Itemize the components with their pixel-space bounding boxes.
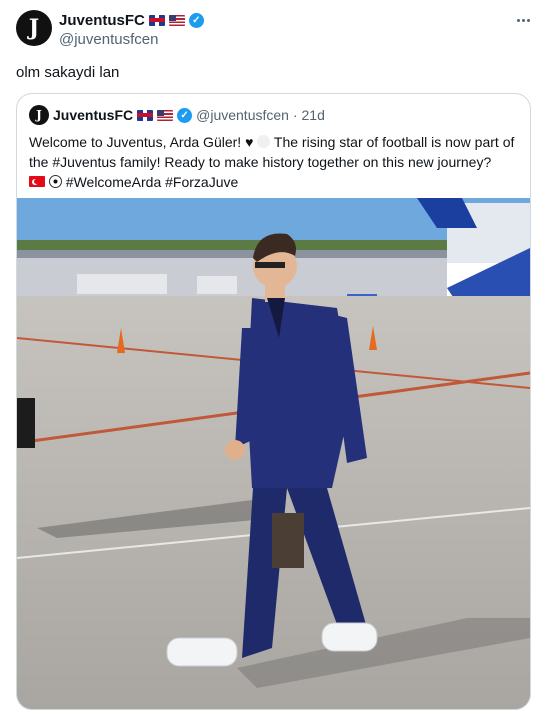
uk-flag-icon xyxy=(148,14,165,26)
quote-line1a: Welcome to Juventus, Arda Güler! xyxy=(29,134,242,150)
quoted-tweet[interactable]: J JuventusFC ✓ @juventusfcen · 21d Welco… xyxy=(16,93,531,710)
quote-line1b: The rising star of football is now part xyxy=(273,134,499,150)
author-handle[interactable]: @juventusfcen xyxy=(59,31,204,48)
author-name[interactable]: JuventusFC xyxy=(59,12,145,29)
juventus-logo-icon: J xyxy=(28,15,40,41)
quoted-tweet-photo[interactable] xyxy=(17,198,530,709)
verified-badge-icon: ✓ xyxy=(188,12,204,28)
uk-flag-icon xyxy=(137,109,154,121)
quote-hashtags[interactable]: #WelcomeArda #ForzaJuve xyxy=(66,174,238,190)
quoted-author-name[interactable]: JuventusFC xyxy=(53,107,133,123)
quoted-timestamp[interactable]: · 21d xyxy=(293,107,325,123)
football-icon xyxy=(48,175,62,188)
tweet-text: olm sakaydi lan xyxy=(16,64,120,81)
black-heart-icon: ♥ xyxy=(245,134,254,150)
verified-badge-icon: ✓ xyxy=(177,107,193,123)
tweet-header: JuventusFC ✓ @juventusfcen xyxy=(59,10,204,48)
quoted-author-handle[interactable]: @juventusfcen xyxy=(196,107,289,123)
more-options-icon[interactable] xyxy=(512,12,534,28)
quoted-tweet-header: J JuventusFC ✓ @juventusfcen · 21d xyxy=(29,105,325,125)
quoted-avatar[interactable]: J xyxy=(29,105,49,125)
juventus-avatar[interactable]: J xyxy=(16,10,52,46)
quoted-tweet-text: Welcome to Juventus, Arda Güler! ♥ The r… xyxy=(29,132,519,192)
white-heart-icon xyxy=(257,135,271,148)
us-flag-icon xyxy=(157,109,174,121)
us-flag-icon xyxy=(168,14,185,26)
turkey-flag-icon xyxy=(29,176,45,187)
